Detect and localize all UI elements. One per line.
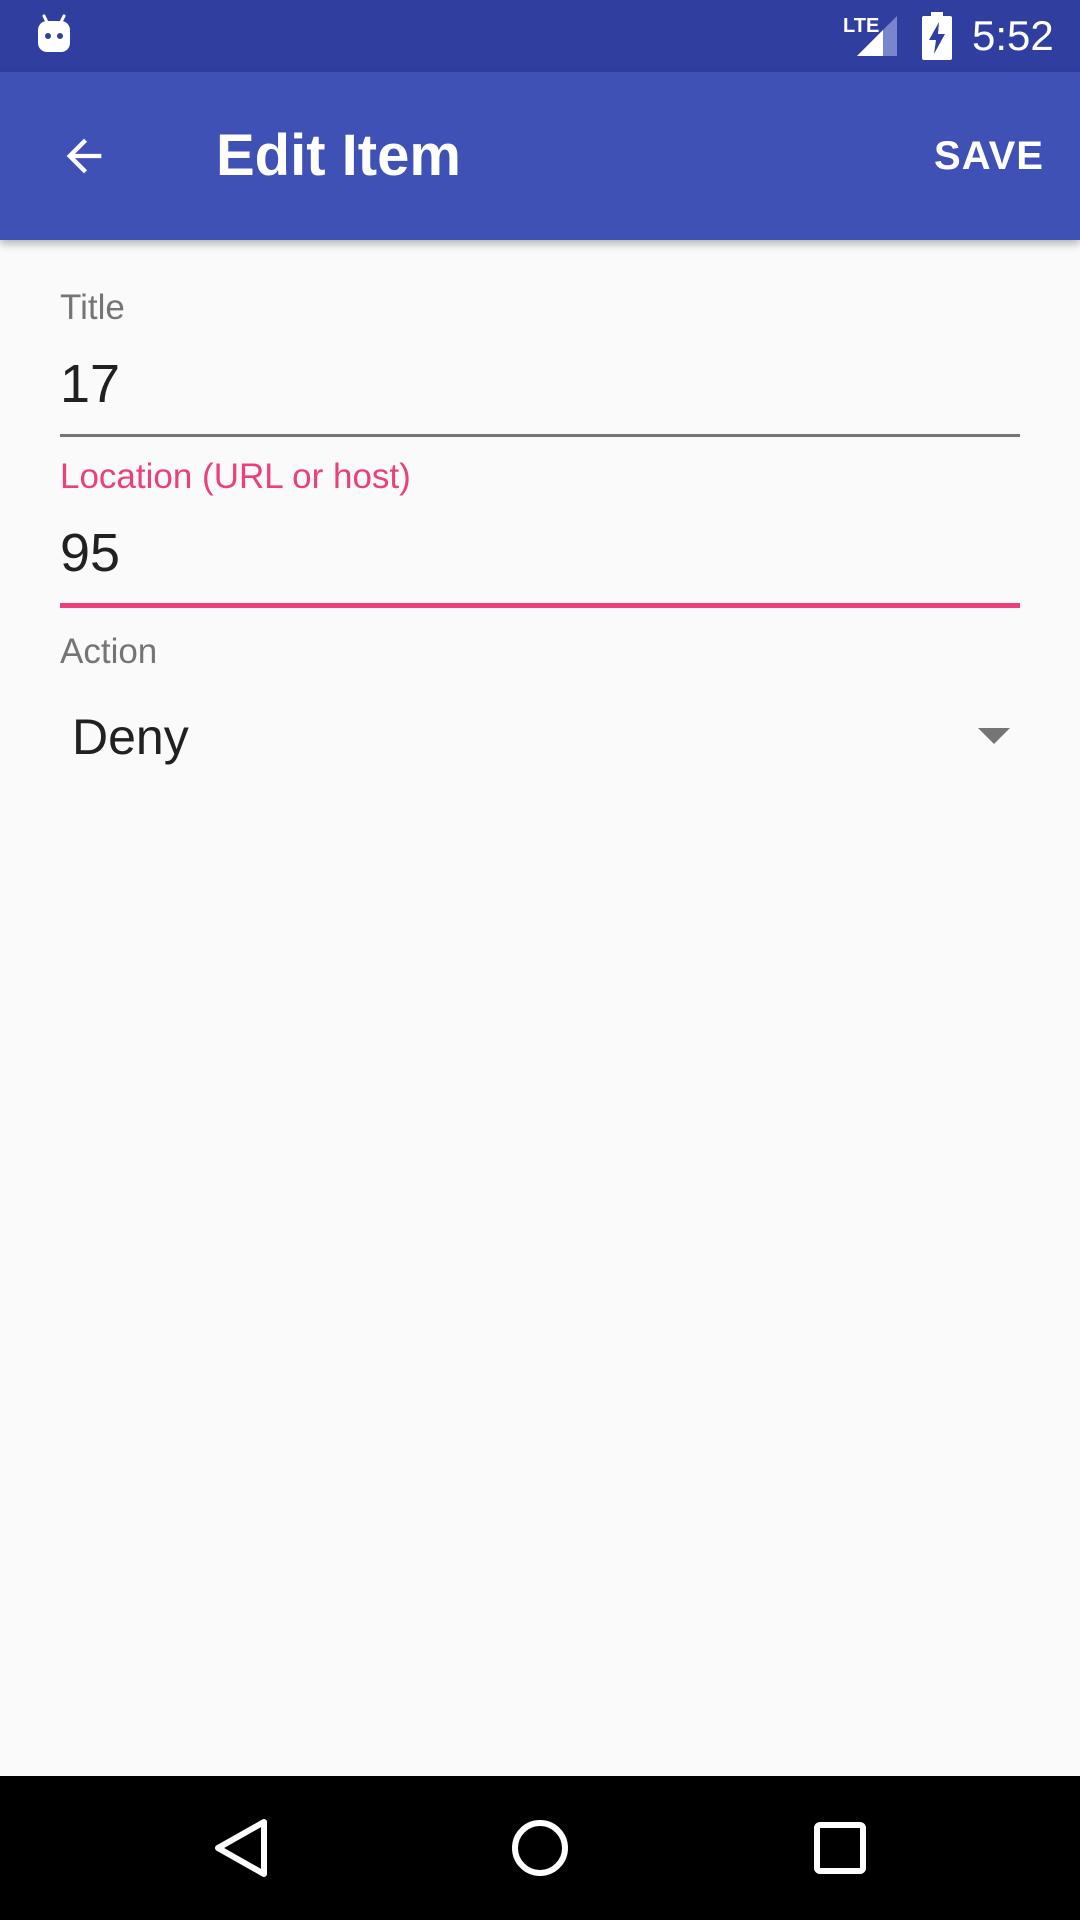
battery-charging-icon [922,12,952,60]
lte-signal-icon: LTE [843,15,897,56]
action-field: Action [60,630,1020,674]
location-underline [60,603,1020,608]
action-spinner[interactable]: Deny [60,690,1020,784]
action-field-label: Action [60,632,158,671]
action-selected-value: Deny [72,709,189,765]
nav-home-icon[interactable] [504,1812,576,1884]
app-bar: Edit Item SAVE [0,72,1080,240]
android-bot-icon [38,14,70,52]
nav-back-icon[interactable] [204,1812,276,1884]
title-field: Title [60,286,1020,437]
arrow-back-icon [66,138,102,174]
save-button[interactable]: SAVE [928,72,1050,240]
status-bar: LTE 5:52 [0,0,1080,72]
dropdown-arrow-icon [978,728,1010,744]
location-input[interactable] [60,513,1020,593]
status-time: 5:52 [972,12,1054,59]
back-button[interactable] [36,108,132,204]
location-field-label: Location (URL or host) [60,457,411,496]
title-field-label: Title [60,288,125,327]
navigation-bar [0,1776,1080,1920]
page-title: Edit Item [216,123,461,188]
location-field: Location (URL or host) [60,455,1020,608]
title-input[interactable] [60,344,1020,424]
svg-text:LTE: LTE [843,15,879,37]
nav-recents-icon[interactable] [804,1812,876,1884]
title-underline [60,434,1020,437]
edit-item-screen: LTE 5:52 Edit Item SAVE Title Location (… [0,0,1080,1920]
